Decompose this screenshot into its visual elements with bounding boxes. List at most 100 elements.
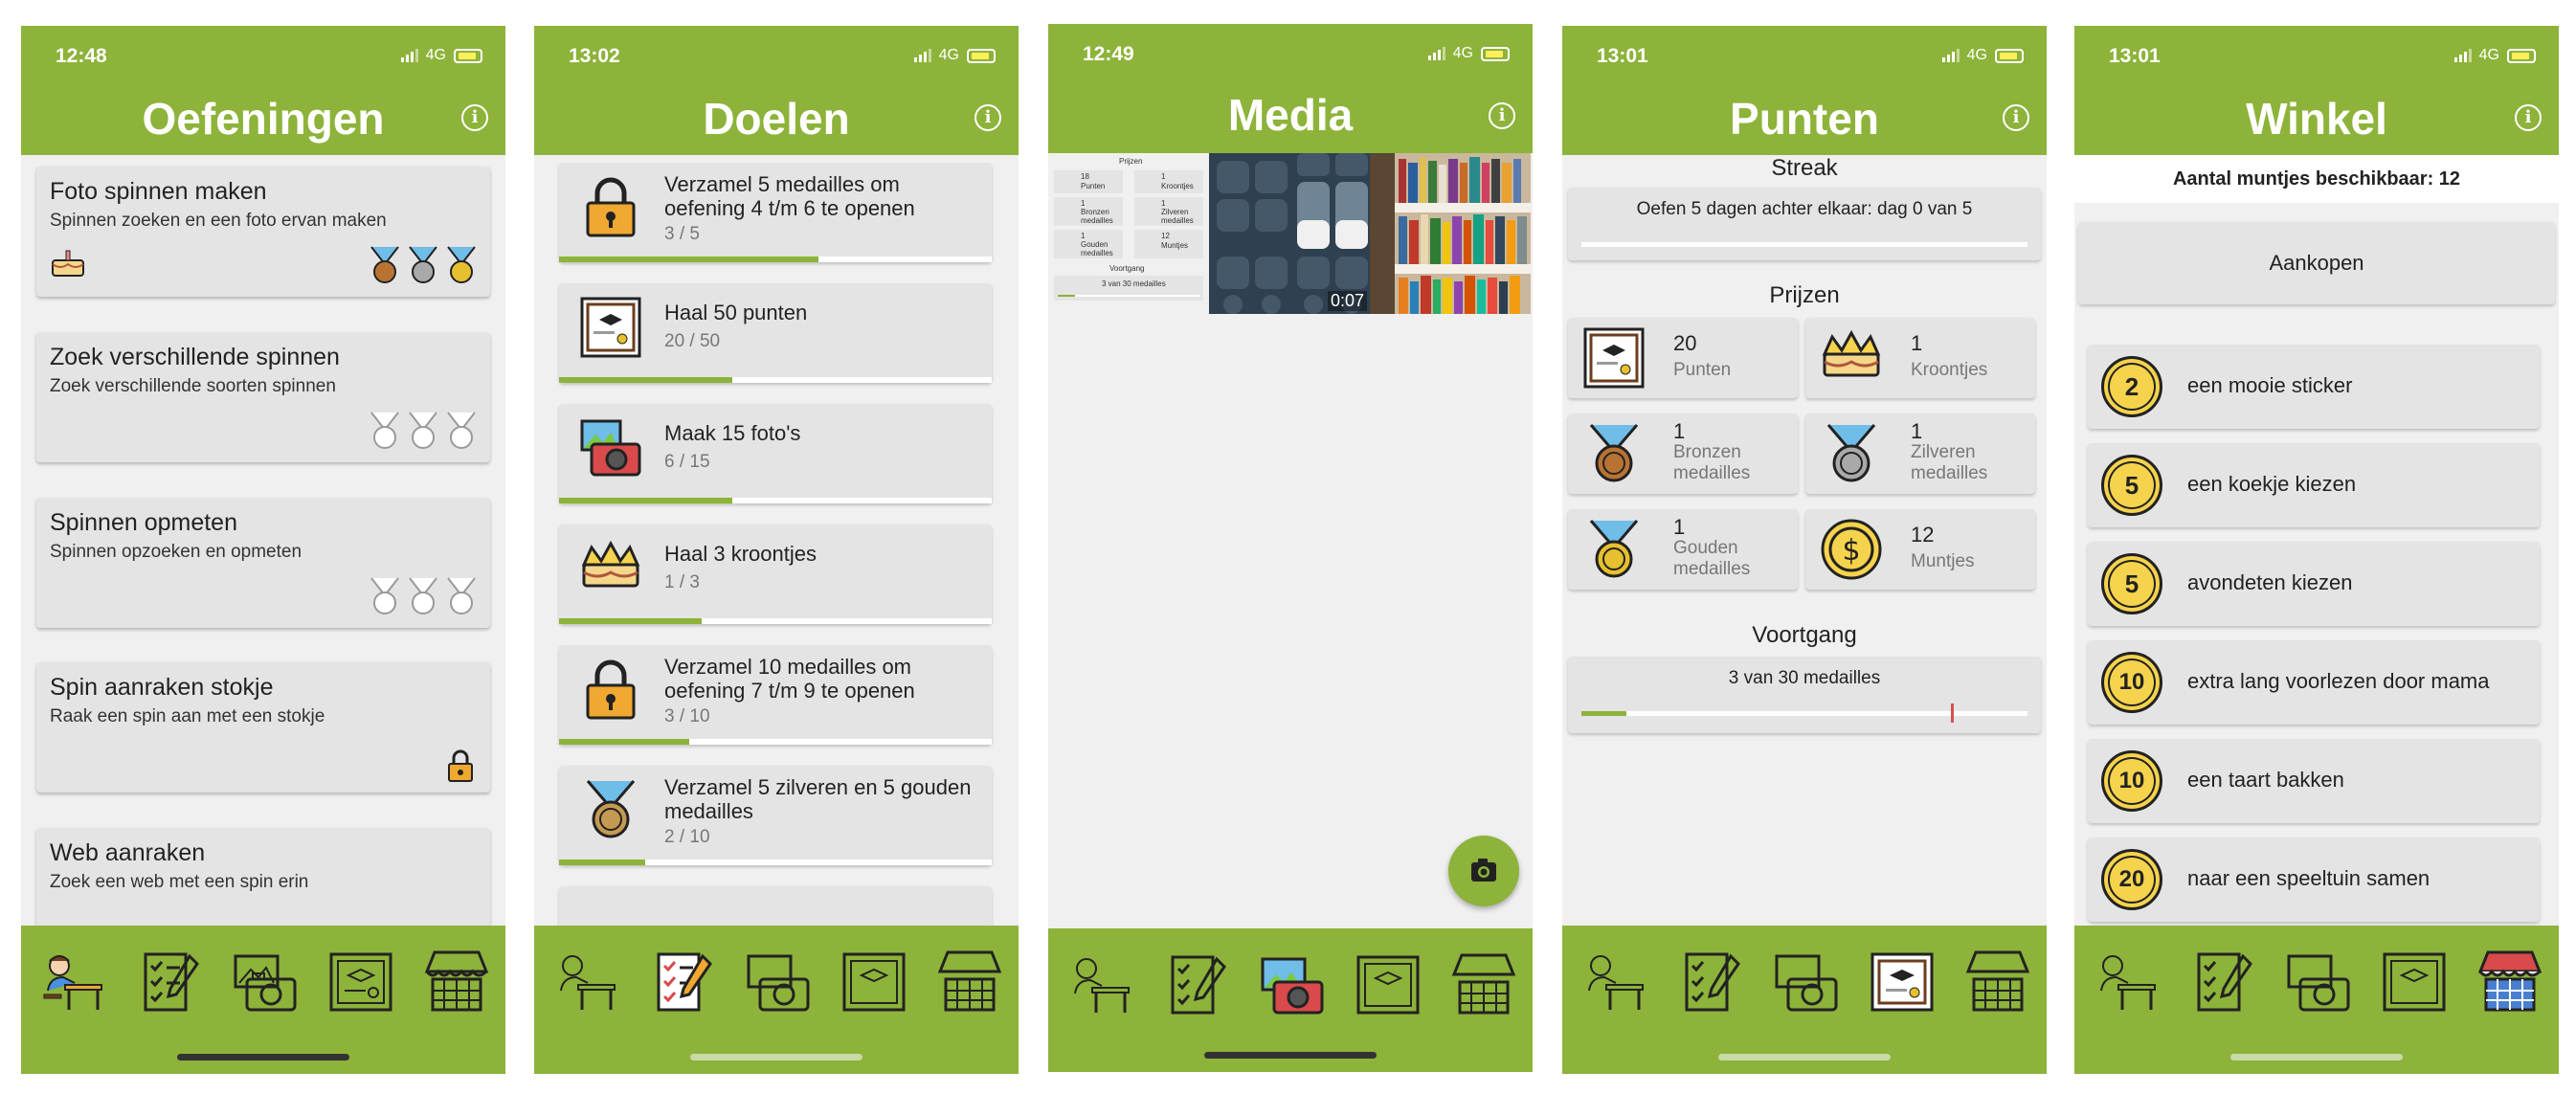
- exercise-card[interactable]: Spinnen opmeten Spinnen opzoeken en opme…: [36, 498, 490, 628]
- bronze-medal-icon: [370, 246, 399, 283]
- student-desk-icon: [43, 955, 102, 1010]
- shop-item[interactable]: 20 naar een speeltuin samen: [2088, 837, 2540, 922]
- exercise-card[interactable]: Zoek verschillende spinnen Zoek verschil…: [36, 332, 490, 462]
- info-icon[interactable]: i: [1489, 102, 1515, 129]
- mini-screenshot: Prijzen 18 Punten 1 Kroontjes 1 Bronzen med…: [1052, 157, 1205, 310]
- info-icon[interactable]: i: [2515, 104, 2542, 131]
- medal-row: [368, 245, 479, 285]
- tab-winkel[interactable]: [1962, 947, 2033, 1017]
- shop-item-label: een koekje kiezen: [2187, 472, 2357, 496]
- tab-bar: [1562, 926, 2047, 1074]
- tab-winkel[interactable]: [2475, 947, 2545, 1017]
- info-icon[interactable]: i: [461, 104, 488, 131]
- exercise-card[interactable]: Spin aanraken stokje Raak een spin aan m…: [36, 662, 490, 793]
- mini-text: Prijzen: [1119, 157, 1143, 166]
- status-icons: 4G: [1941, 47, 2024, 64]
- prize-card-gold: 1 Gouden medailles: [1568, 509, 1798, 590]
- tab-oefeningen[interactable]: [1064, 949, 1134, 1020]
- tab-punten[interactable]: [1867, 947, 1938, 1017]
- prize-card-silver: 1 Zilveren medailles: [1805, 413, 2035, 494]
- coin-cost-icon: 2: [2101, 356, 2162, 417]
- empty-medal-icon: [409, 577, 437, 614]
- tab-punten[interactable]: [839, 947, 909, 1017]
- tab-winkel[interactable]: [421, 947, 492, 1017]
- shop-item[interactable]: 10 extra lang voorlezen door mama: [2088, 640, 2540, 725]
- shop-item-label: een taart bakken: [2187, 768, 2344, 792]
- shop-item[interactable]: 10 een taart bakken: [2088, 739, 2540, 823]
- coin-cost-icon: 10: [2101, 652, 2162, 713]
- lock-icon: [448, 749, 473, 782]
- student-desk-icon: [2100, 955, 2156, 1010]
- tab-punten[interactable]: [325, 947, 396, 1017]
- checklist-icon: [1685, 952, 1740, 1012]
- tab-oefeningen[interactable]: [2090, 947, 2161, 1017]
- tab-doelen[interactable]: [647, 947, 718, 1017]
- certificate-icon: [1870, 952, 1934, 1012]
- tab-punten[interactable]: [1353, 949, 1423, 1020]
- coin-cost-icon: 5: [2101, 455, 2162, 516]
- tab-doelen[interactable]: [2187, 947, 2258, 1017]
- tab-doelen[interactable]: [1675, 947, 1746, 1017]
- info-icon[interactable]: i: [974, 104, 1001, 131]
- tab-oefeningen[interactable]: [1578, 947, 1648, 1017]
- exercise-title: Spin aanraken stokje: [50, 674, 274, 701]
- goal-progress-bar: [559, 257, 992, 262]
- prize-count: 20: [1673, 331, 1697, 355]
- shop-item[interactable]: 5 avondeten kiezen: [2088, 542, 2540, 626]
- goal-card[interactable]: Haal 50 punten 20 / 50: [559, 283, 992, 383]
- status-icons: 4G: [1427, 45, 1510, 62]
- tab-doelen[interactable]: [134, 947, 205, 1017]
- camera-fab-button[interactable]: [1448, 836, 1519, 906]
- tab-media[interactable]: [230, 947, 301, 1017]
- goal-card[interactable]: Verzamel 10 medailles om oefening 7 t/m …: [559, 645, 992, 745]
- exercise-card[interactable]: Foto spinnen maken Spinnen zoeken en een…: [36, 167, 490, 297]
- goal-progress-text: 3 / 5: [664, 224, 700, 244]
- status-icons: 4G: [2453, 47, 2536, 64]
- goal-card[interactable]: Verzamel 5 zilveren en 5 gouden medaille…: [559, 766, 992, 865]
- info-icon[interactable]: i: [2003, 104, 2029, 131]
- battery-icon: [454, 48, 482, 63]
- goal-progress-text: 2 / 10: [664, 827, 710, 847]
- tab-media[interactable]: [1257, 949, 1328, 1020]
- streak-card: Oefen 5 dagen achter elkaar: dag 0 van 5: [1568, 188, 2041, 260]
- prize-count: 1: [1673, 419, 1686, 443]
- camera-photo-icon: [1261, 957, 1324, 1015]
- goal-progress-fill: [559, 739, 689, 745]
- exercise-title: Web aanraken: [50, 839, 206, 866]
- tab-oefeningen[interactable]: [549, 947, 620, 1017]
- mini-text: 18: [1081, 172, 1089, 181]
- goal-card[interactable]: Haal 3 kroontjes 1 / 3: [559, 525, 992, 624]
- goal-card[interactable]: Verzamel 5 medailles om oefening 4 t/m 6…: [559, 163, 992, 262]
- purchases-button[interactable]: Aankopen: [2078, 222, 2555, 304]
- camera-icon: [1471, 859, 1496, 882]
- tab-media[interactable]: [2283, 947, 2354, 1017]
- lock-icon: [586, 177, 636, 237]
- tab-winkel[interactable]: [934, 947, 1005, 1017]
- tab-oefeningen[interactable]: [36, 947, 107, 1017]
- media-thumbnail-screenshot[interactable]: Prijzen 18 Punten 1 Kroontjes 1 Bronzen med…: [1048, 153, 1209, 314]
- shop-stall-icon: [1451, 953, 1516, 1015]
- screen-oefeningen: 12:48 4G Oefeningen i Foto spinnen maken…: [21, 26, 505, 1074]
- tab-winkel[interactable]: [1448, 949, 1519, 1020]
- goal-progress-fill: [559, 618, 703, 624]
- signal-icon: [913, 49, 931, 62]
- shop-item[interactable]: 5 een koekje kiezen: [2088, 443, 2540, 527]
- tab-media[interactable]: [1771, 947, 1842, 1017]
- goal-card[interactable]: Maak 15 foto's 6 / 15: [559, 404, 992, 503]
- signal-icon: [400, 49, 418, 62]
- goal-progress-fill: [559, 377, 732, 383]
- tab-doelen[interactable]: [1161, 949, 1232, 1020]
- media-thumbnail-video[interactable]: [1209, 153, 1370, 314]
- shop-item[interactable]: 2 een mooie sticker: [2088, 345, 2540, 429]
- exercise-title: Spinnen opmeten: [50, 509, 237, 536]
- tab-punten[interactable]: [2379, 947, 2450, 1017]
- student-desk-icon: [1074, 958, 1130, 1013]
- media-thumbnail-bookshelf[interactable]: [1370, 153, 1531, 314]
- mini-text: Gouden medailles: [1081, 240, 1113, 257]
- tab-bar: [21, 926, 505, 1074]
- shop-stall-icon: [937, 950, 1002, 1012]
- tab-media[interactable]: [743, 947, 814, 1017]
- svg-text:$: $: [1842, 534, 1860, 568]
- prizes-title: Prijzen: [1769, 282, 1840, 308]
- shop-stall-icon: [1965, 950, 2030, 1012]
